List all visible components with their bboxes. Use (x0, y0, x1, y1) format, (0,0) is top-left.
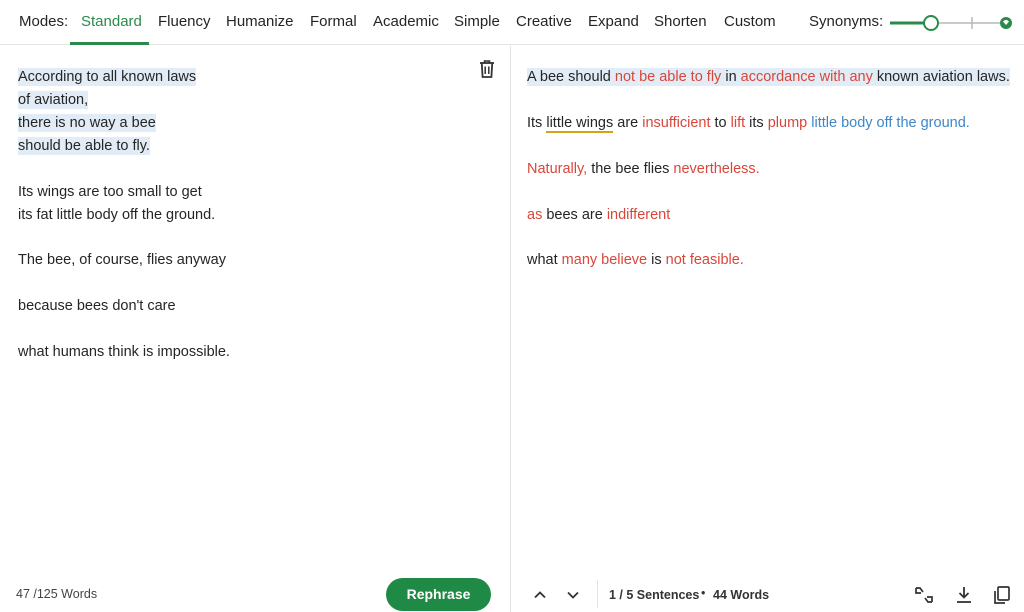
input-line: its fat little body off the ground. (18, 207, 216, 223)
download-icon[interactable] (953, 584, 975, 606)
output-sentence-5[interactable]: what many believe is not feasible. (527, 250, 744, 270)
output-text: bees are (542, 207, 607, 223)
compare-icon[interactable] (913, 584, 935, 606)
trash-icon[interactable] (478, 59, 496, 79)
output-text: its (745, 115, 768, 131)
modes-label: Modes: (19, 13, 69, 30)
output-sentence-3[interactable]: Naturally, the bee flies nevertheless. (527, 159, 760, 179)
output-sentence-1[interactable]: A bee should not be able to fly in accor… (527, 67, 1010, 87)
suggestion-phrase[interactable]: little wings (546, 115, 614, 133)
input-line: of aviation, (18, 91, 89, 109)
tab-fluency[interactable]: Fluency (158, 13, 211, 30)
structural-change[interactable]: little body off the ground. (811, 115, 970, 131)
tab-creative[interactable]: Creative (516, 13, 572, 30)
output-text: is (647, 252, 666, 268)
output-text: are (613, 115, 643, 131)
input-word-count: 47 /125 Words (16, 587, 98, 601)
changed-phrase[interactable]: Naturally, (527, 161, 587, 177)
tab-humanize[interactable]: Humanize (226, 13, 294, 30)
output-word-count: 44 Words (713, 588, 770, 602)
chevron-down-icon[interactable] (563, 585, 583, 605)
tab-expand[interactable]: Expand (588, 13, 639, 30)
changed-phrase[interactable]: not feasible. (666, 252, 744, 268)
input-line: what humans think is impossible. (18, 344, 230, 360)
output-text: Its (527, 115, 547, 131)
input-line: Its wings are too small to get (18, 184, 202, 200)
output-sentence-2[interactable]: Its little wings are insufficient to lif… (527, 113, 970, 133)
output-text: to (710, 115, 731, 131)
input-line: should be able to fly. (18, 137, 150, 155)
tab-formal[interactable]: Formal (310, 13, 357, 30)
copy-icon[interactable] (991, 584, 1013, 606)
changed-phrase[interactable]: as (527, 207, 542, 223)
chevron-up-icon[interactable] (530, 585, 550, 605)
synonyms-label: Synonyms: (809, 13, 884, 30)
active-tab-indicator (70, 42, 149, 45)
changed-phrase[interactable]: plump (768, 115, 808, 131)
changed-phrase[interactable]: lift (731, 115, 746, 131)
output-sentence-4[interactable]: as bees are indifferent (527, 205, 670, 225)
output-text: in (721, 69, 741, 85)
tab-custom[interactable]: Custom (724, 13, 776, 30)
changed-phrase[interactable]: insufficient (642, 115, 710, 131)
changed-phrase[interactable]: indifferent (607, 207, 670, 223)
output-text: A bee should (527, 69, 615, 85)
tab-shorten[interactable]: Shorten (654, 13, 707, 30)
tab-standard[interactable]: Standard (81, 13, 142, 30)
input-line: there is no way a bee (18, 114, 156, 132)
output-text: the bee flies (587, 161, 674, 177)
input-line: because bees don't care (18, 298, 176, 314)
output-text: known aviation laws. (872, 69, 1010, 85)
separator (597, 580, 598, 608)
bullet-separator: • (701, 586, 706, 600)
changed-phrase[interactable]: many believe (562, 252, 647, 268)
output-text: what (527, 252, 562, 268)
input-line: According to all known laws (18, 68, 197, 86)
synonyms-slider[interactable] (890, 12, 1016, 34)
panel-divider (510, 46, 511, 612)
changed-phrase[interactable]: accordance with any (741, 69, 873, 85)
tab-simple[interactable]: Simple (454, 13, 500, 30)
changed-phrase[interactable]: nevertheless. (673, 161, 759, 177)
rephrase-button[interactable]: Rephrase (386, 578, 491, 611)
input-line: The bee, of course, flies anyway (18, 252, 226, 268)
tab-academic[interactable]: Academic (373, 13, 439, 30)
sentence-counter: 1 / 5 Sentences (609, 588, 700, 602)
mode-bar: Modes: Standard Fluency Humanize Formal … (0, 0, 1024, 45)
changed-phrase[interactable]: not be able to fly (615, 69, 721, 85)
